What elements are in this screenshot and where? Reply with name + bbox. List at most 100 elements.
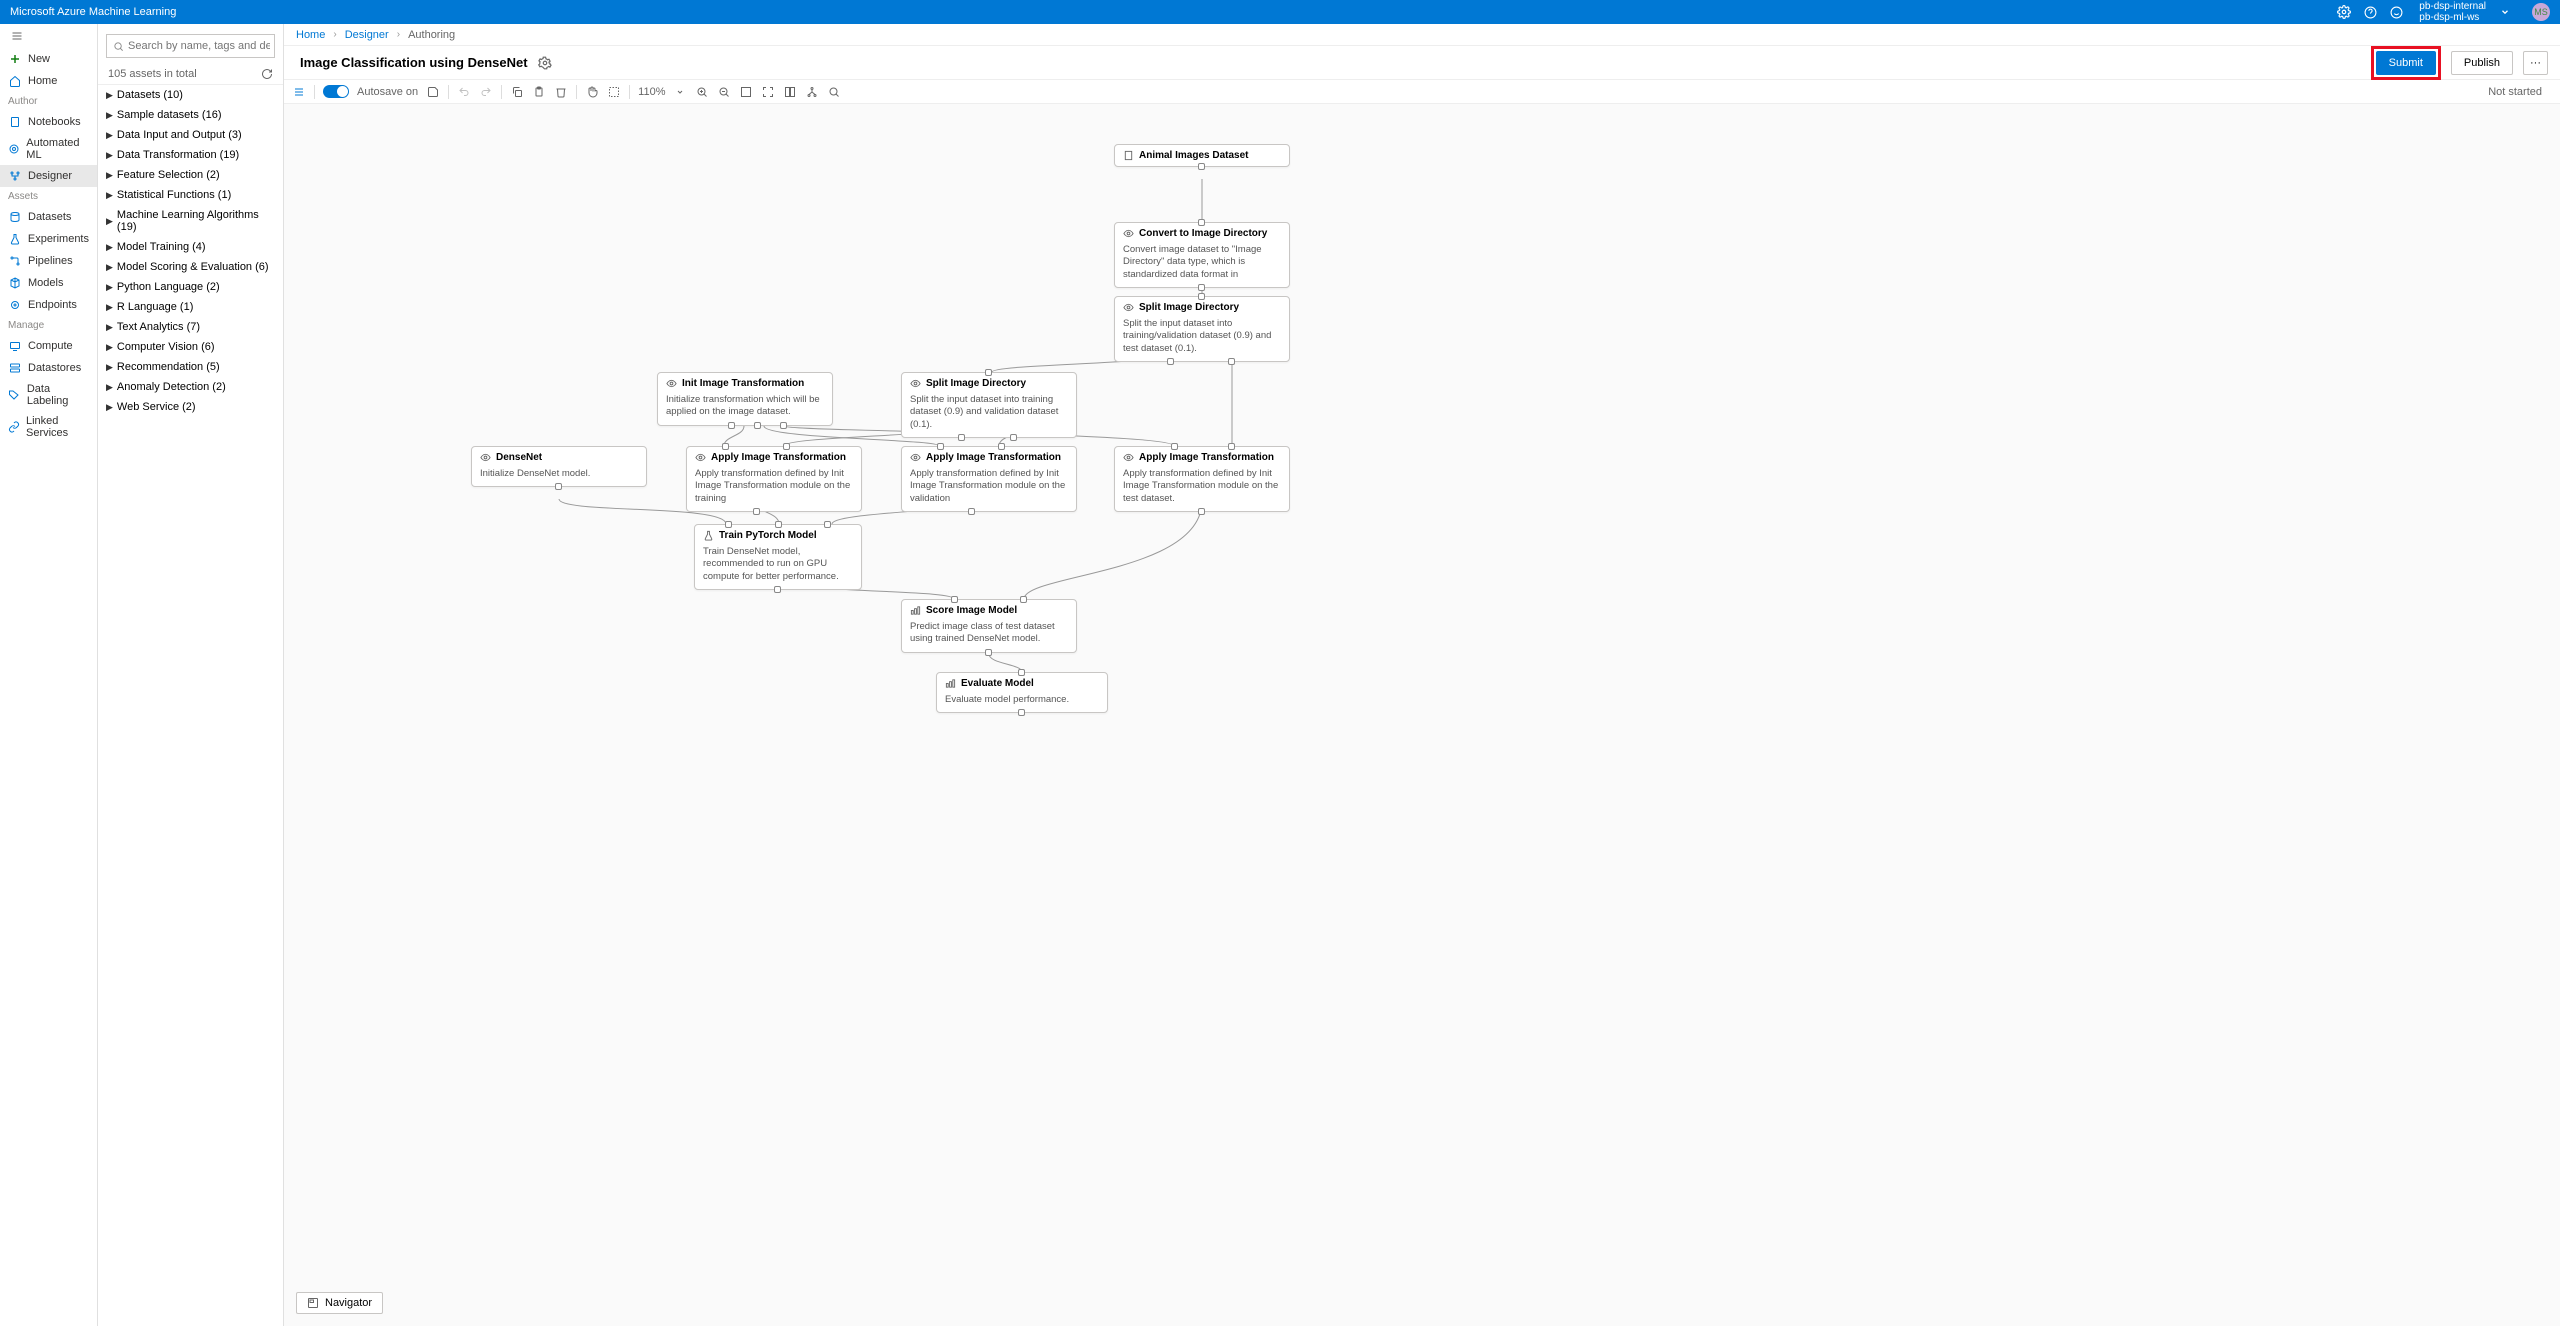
asset-group-label: Datasets (10) (117, 89, 183, 101)
nav-data-labeling[interactable]: Data Labeling (0, 379, 97, 411)
fullscreen-icon[interactable] (761, 85, 775, 99)
submit-highlight: Submit (2371, 46, 2441, 80)
copy-icon[interactable] (510, 85, 524, 99)
search-input[interactable] (128, 40, 270, 52)
nav-datastores[interactable]: Datastores (0, 357, 97, 379)
nav-new[interactable]: New (0, 48, 97, 70)
more-button[interactable]: ··· (2523, 51, 2548, 75)
hand-icon[interactable] (585, 85, 599, 99)
nav-pipelines[interactable]: Pipelines (0, 250, 97, 272)
node-train[interactable]: Train PyTorch Model Train DenseNet model… (694, 524, 862, 590)
asset-group[interactable]: ▶Model Training (4) (98, 237, 283, 257)
pipeline-icon (8, 254, 22, 268)
paste-icon[interactable] (532, 85, 546, 99)
list-icon[interactable] (292, 85, 306, 99)
zoom-label[interactable]: 110% (638, 86, 665, 98)
asset-group[interactable]: ▶R Language (1) (98, 297, 283, 317)
nav-endpoints[interactable]: Endpoints (0, 294, 97, 316)
node-apply2[interactable]: Apply Image Transformation Apply transfo… (901, 446, 1077, 512)
left-nav: New Home Author Notebooks Automated ML D… (0, 24, 98, 1326)
asset-group[interactable]: ▶Python Language (2) (98, 277, 283, 297)
plus-icon (8, 52, 22, 66)
asset-group[interactable]: ▶Text Analytics (7) (98, 317, 283, 337)
canvas[interactable]: Animal Images Dataset Convert to Image D… (284, 104, 2560, 1326)
node-eval[interactable]: Evaluate Model Evaluate model performanc… (936, 672, 1108, 713)
breadcrumb-home[interactable]: Home (296, 29, 325, 41)
nav-designer[interactable]: Designer (0, 165, 97, 187)
help-icon[interactable] (2363, 5, 2377, 19)
node-split2[interactable]: Split Image Directory Split the input da… (901, 372, 1077, 438)
asset-group[interactable]: ▶Recommendation (5) (98, 357, 283, 377)
node-apply3[interactable]: Apply Image Transformation Apply transfo… (1114, 446, 1290, 512)
avatar[interactable]: MS (2532, 3, 2550, 21)
nav-home[interactable]: Home (0, 70, 97, 92)
autosave-toggle[interactable] (323, 85, 349, 98)
nav-label: Pipelines (28, 255, 73, 267)
node-densenet[interactable]: DenseNet Initialize DenseNet model. (471, 446, 647, 487)
layout-icon[interactable] (783, 85, 797, 99)
zoom-in-icon[interactable] (695, 85, 709, 99)
node-apply1[interactable]: Apply Image Transformation Apply transfo… (686, 446, 862, 512)
gear-icon[interactable] (538, 56, 552, 70)
refresh-icon[interactable] (261, 68, 273, 80)
node-init[interactable]: Init Image Transformation Initialize tra… (657, 372, 833, 426)
search-canvas-icon[interactable] (827, 85, 841, 99)
tree-icon[interactable] (805, 85, 819, 99)
smiley-icon[interactable] (2389, 5, 2403, 19)
select-icon[interactable] (607, 85, 621, 99)
delete-icon[interactable] (554, 85, 568, 99)
nav-notebooks[interactable]: Notebooks (0, 111, 97, 133)
asset-group[interactable]: ▶Computer Vision (6) (98, 337, 283, 357)
gear-icon[interactable] (2337, 5, 2351, 19)
caret-right-icon: ▶ (106, 402, 113, 413)
zoom-out-icon[interactable] (717, 85, 731, 99)
undo-icon[interactable] (457, 85, 471, 99)
node-split1[interactable]: Split Image Directory Split the input da… (1114, 296, 1290, 362)
home-icon (8, 74, 22, 88)
node-desc: Train DenseNet model, recommended to run… (695, 546, 861, 589)
caret-right-icon: ▶ (106, 262, 113, 273)
node-desc: Convert image dataset to "Image Director… (1115, 244, 1289, 287)
asset-group[interactable]: ▶Feature Selection (2) (98, 165, 283, 185)
nav-label: Home (28, 75, 57, 87)
submit-button[interactable]: Submit (2376, 51, 2436, 75)
node-score[interactable]: Score Image Model Predict image class of… (901, 599, 1077, 653)
asset-group[interactable]: ▶Data Transformation (19) (98, 145, 283, 165)
chevron-down-icon[interactable] (2498, 5, 2512, 19)
asset-group[interactable]: ▶Sample datasets (16) (98, 105, 283, 125)
search-icon (113, 41, 124, 52)
nav-automl[interactable]: Automated ML (0, 133, 97, 165)
asset-group[interactable]: ▶Web Service (2) (98, 397, 283, 417)
nav-models[interactable]: Models (0, 272, 97, 294)
hamburger-icon[interactable] (0, 24, 97, 48)
node-convert[interactable]: Convert to Image Directory Convert image… (1114, 222, 1290, 288)
fit-icon[interactable] (739, 85, 753, 99)
nav-compute[interactable]: Compute (0, 335, 97, 357)
asset-group[interactable]: ▶Anomaly Detection (2) (98, 377, 283, 397)
navigator-button[interactable]: Navigator (296, 1292, 383, 1314)
publish-button[interactable]: Publish (2451, 51, 2513, 75)
chevron-down-icon[interactable] (673, 85, 687, 99)
nav-linked-services[interactable]: Linked Services (0, 411, 97, 443)
node-dataset[interactable]: Animal Images Dataset (1114, 144, 1290, 167)
caret-right-icon: ▶ (106, 190, 113, 201)
asset-group[interactable]: ▶Datasets (10) (98, 85, 283, 105)
asset-group[interactable]: ▶ Data Input and Output (3) (98, 125, 283, 145)
save-icon[interactable] (426, 85, 440, 99)
nav-label: Notebooks (28, 116, 81, 128)
nav-datasets[interactable]: Datasets (0, 206, 97, 228)
asset-group-label: Feature Selection (2) (117, 169, 220, 181)
asset-group[interactable]: ▶Statistical Functions (1) (98, 185, 283, 205)
redo-icon[interactable] (479, 85, 493, 99)
asset-group-label: Data Input and Output (3) (117, 129, 242, 141)
nav-label: Models (28, 277, 63, 289)
workspace-picker[interactable]: pb-dsp-internal pb-dsp-ml-ws (2419, 1, 2486, 23)
asset-group[interactable]: ▶Model Scoring & Evaluation (6) (98, 257, 283, 277)
nav-experiments[interactable]: Experiments (0, 228, 97, 250)
search-input-wrapper[interactable] (106, 34, 275, 58)
breadcrumb-designer[interactable]: Designer (345, 29, 389, 41)
workspace-name: pb-dsp-internal (2419, 1, 2486, 12)
asset-group[interactable]: ▶Machine Learning Algorithms (19) (98, 205, 283, 237)
caret-right-icon: ▶ (106, 130, 113, 141)
score-icon (945, 678, 956, 689)
